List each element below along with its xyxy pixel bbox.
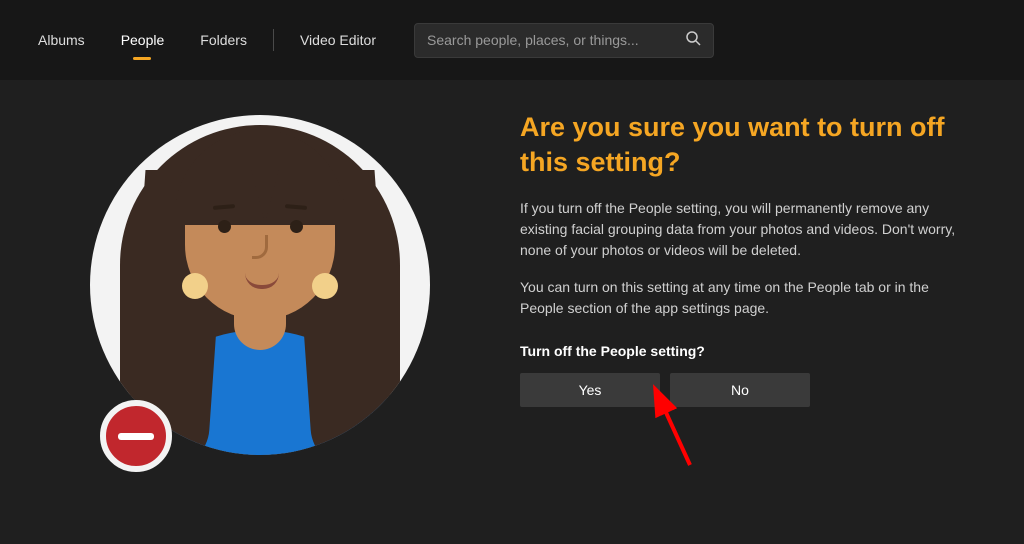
search-icon xyxy=(685,30,701,51)
remove-badge-icon xyxy=(100,400,172,472)
dialog-heading: Are you sure you want to turn off this s… xyxy=(520,110,960,180)
illustration-panel xyxy=(0,110,520,455)
dialog-paragraph-1: If you turn off the People setting, you … xyxy=(520,198,960,261)
top-bar: Albums People Folders Video Editor xyxy=(0,0,1024,80)
yes-button[interactable]: Yes xyxy=(520,373,660,407)
nav-tabs: Albums People Folders Video Editor xyxy=(20,22,394,58)
dialog-paragraph-2: You can turn on this setting at any time… xyxy=(520,277,960,319)
dialog-question: Turn off the People setting? xyxy=(520,343,960,359)
dialog-buttons: Yes No xyxy=(520,373,960,407)
no-button[interactable]: No xyxy=(670,373,810,407)
nav-tab-people[interactable]: People xyxy=(103,22,183,58)
nav-tab-albums[interactable]: Albums xyxy=(20,22,103,58)
search-input[interactable] xyxy=(427,32,685,48)
nav-tab-folders[interactable]: Folders xyxy=(182,22,265,58)
search-box[interactable] xyxy=(414,23,714,58)
dialog-content: Are you sure you want to turn off this s… xyxy=(520,110,1000,455)
nav-tab-video-editor[interactable]: Video Editor xyxy=(282,22,394,58)
nav-divider xyxy=(273,29,274,51)
